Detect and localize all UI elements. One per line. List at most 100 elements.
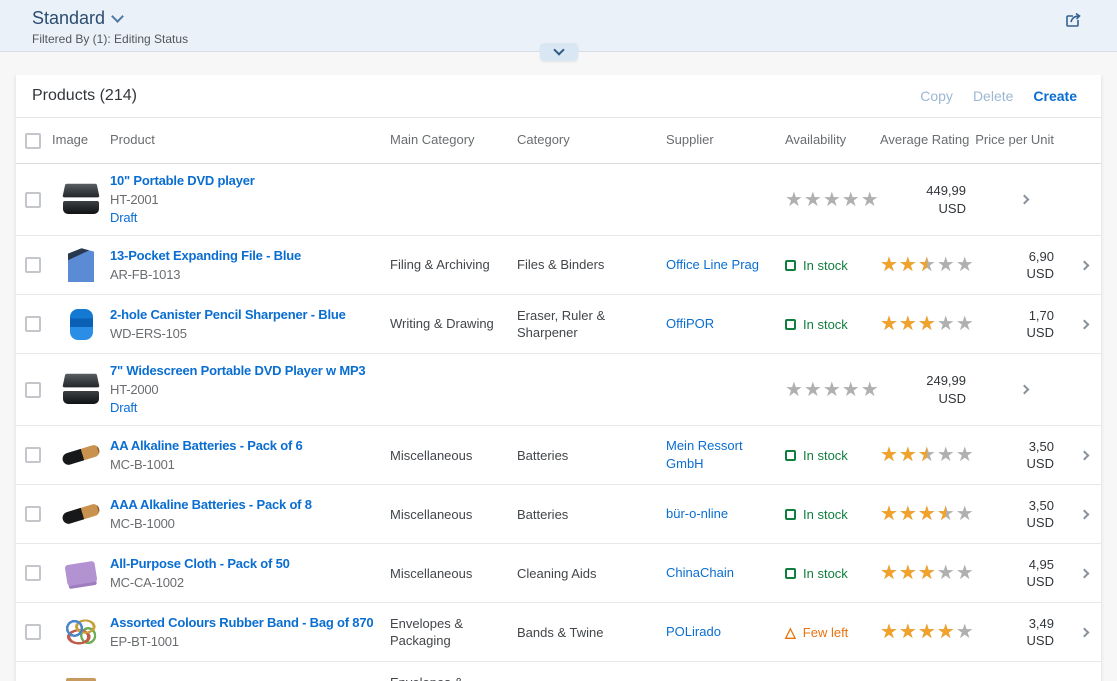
table-row[interactable]: AA Alkaline Batteries - Pack of 6 MC-B-1…	[16, 426, 1101, 485]
chevron-right-icon[interactable]	[1080, 568, 1090, 578]
star-rating: ★★★★★ ★★★★★	[880, 622, 975, 642]
product-name-link[interactable]: AAA Alkaline Batteries - Pack of 8	[110, 496, 378, 515]
product-status-link[interactable]: Draft	[110, 399, 137, 417]
chevron-down-icon	[553, 44, 564, 55]
delete-button[interactable]: Delete	[963, 82, 1023, 110]
products-panel: Products (214) Copy Delete Create Image …	[16, 75, 1101, 681]
product-id: AR-FB-1013	[110, 266, 378, 284]
main-category-cell: Envelopes & Packaging	[390, 674, 517, 681]
row-checkbox[interactable]	[25, 257, 41, 273]
main-category-cell: Envelopes & Packaging	[390, 615, 517, 650]
price-currency: USD	[1027, 632, 1054, 650]
product-name-link[interactable]: 10" Portable DVD player	[110, 172, 378, 191]
product-name-link[interactable]: Assorted Colours Rubber Band - Bag of 87…	[110, 614, 378, 633]
availability-icon	[785, 319, 796, 330]
product-image	[60, 179, 102, 221]
star-rating-empty: ★★★★★	[785, 190, 880, 210]
main-category-cell: Miscellaneous	[390, 506, 517, 524]
chevron-right-icon[interactable]	[1019, 195, 1029, 205]
price-amount: 3,49	[1029, 615, 1054, 633]
product-id: MC-B-1000	[110, 515, 378, 533]
product-image	[60, 434, 102, 476]
star-rating: ★★★★★ ★★★★★	[880, 255, 975, 275]
chevron-right-icon[interactable]	[1080, 450, 1090, 460]
row-checkbox[interactable]	[25, 447, 41, 463]
main-category-cell: Filing & Archiving	[390, 256, 517, 274]
product-status-link[interactable]: Draft	[110, 209, 137, 227]
column-header-price: Price per Unit	[980, 132, 1068, 148]
variant-selector[interactable]: Standard	[32, 8, 122, 29]
supplier-link[interactable]: Mein Ressort GmbH	[666, 438, 743, 471]
chevron-right-icon[interactable]	[1080, 627, 1090, 637]
column-header-category: Category	[517, 132, 666, 148]
price-cell: 3,49 USD	[980, 615, 1068, 650]
star-rating: ★★★★★ ★★★★★	[880, 563, 975, 583]
table-title: Products (214)	[32, 87, 910, 105]
availability-label: In stock	[803, 317, 848, 332]
column-header-product: Product	[110, 132, 390, 148]
star-rating: ★★★★★ ★★★★★	[785, 380, 880, 400]
supplier-link[interactable]: POLirado	[666, 624, 721, 639]
price-currency: USD	[1027, 265, 1054, 283]
chevron-right-icon[interactable]	[1080, 319, 1090, 329]
table-row[interactable]: 10" Portable DVD player HT-2001 Draft ★★…	[16, 164, 1101, 236]
availability-label: In stock	[803, 258, 848, 273]
share-button[interactable]	[1065, 10, 1085, 30]
table-row[interactable]: Assorted Colours Rubber Band - Bag of 87…	[16, 603, 1101, 662]
star-rating: ★★★★★ ★★★★★	[880, 314, 975, 334]
star-rating: ★★★★★ ★★★★★	[880, 445, 975, 465]
table-row[interactable]: 7" Widescreen Portable DVD Player w MP3 …	[16, 354, 1101, 426]
star-rating-filled: ★★★★★	[880, 445, 927, 465]
star-rating-filled: ★★★★★	[880, 504, 946, 524]
product-name-link[interactable]: 7" Widescreen Portable DVD Player w MP3	[110, 362, 378, 381]
table-row[interactable]: AAA Alkaline Batteries - Pack of 8 MC-B-…	[16, 485, 1101, 544]
chevron-right-icon[interactable]	[1019, 385, 1029, 395]
main-category-cell: Miscellaneous	[390, 447, 517, 465]
table-row[interactable]: All-Purpose Cloth - Pack of 50 MC-CA-100…	[16, 544, 1101, 603]
price-currency: USD	[1027, 324, 1054, 342]
product-name-link[interactable]: All-Purpose Cloth - Pack of 50	[110, 555, 378, 574]
header-collapse-button[interactable]	[540, 43, 578, 61]
chevron-right-icon[interactable]	[1080, 260, 1090, 270]
product-name-link[interactable]: 13-Pocket Expanding File - Blue	[110, 247, 378, 266]
supplier-link[interactable]: bür-o-nline	[666, 506, 728, 521]
product-image	[60, 369, 102, 411]
availability-label: Few left	[803, 625, 849, 640]
row-checkbox[interactable]	[25, 624, 41, 640]
price-cell: 3,50 USD	[980, 438, 1068, 473]
row-checkbox[interactable]	[25, 565, 41, 581]
product-image	[60, 611, 102, 653]
table-row[interactable]: Black Bottom Paper Carrier - Pack of 250…	[16, 662, 1101, 681]
product-id: EP-BT-1001	[110, 633, 378, 651]
product-id: MC-B-1001	[110, 456, 378, 474]
star-rating-filled: ★★★★★	[880, 563, 937, 583]
variant-title: Standard	[32, 8, 105, 29]
table-row[interactable]: 2-hole Canister Pencil Sharpener - Blue …	[16, 295, 1101, 354]
select-all-checkbox[interactable]	[25, 133, 41, 149]
category-cell: Files & Binders	[517, 256, 666, 274]
price-amount: 1,70	[1029, 307, 1054, 325]
row-checkbox[interactable]	[25, 382, 41, 398]
product-name-link[interactable]: AA Alkaline Batteries - Pack of 6	[110, 437, 378, 456]
supplier-link[interactable]: Office Line Prag	[666, 257, 759, 272]
product-name-link[interactable]: 2-hole Canister Pencil Sharpener - Blue	[110, 306, 378, 325]
create-button[interactable]: Create	[1023, 82, 1087, 110]
supplier-link[interactable]: ChinaChain	[666, 565, 734, 580]
row-checkbox[interactable]	[25, 506, 41, 522]
availability-label: In stock	[803, 507, 848, 522]
price-cell: 249,99 USD	[880, 372, 980, 407]
row-checkbox[interactable]	[25, 316, 41, 332]
product-image	[60, 552, 102, 594]
table-header-row: Image Product Main Category Category Sup…	[16, 117, 1101, 164]
chevron-right-icon[interactable]	[1080, 509, 1090, 519]
category-cell: Batteries	[517, 447, 666, 465]
star-rating: ★★★★★ ★★★★★	[880, 504, 975, 524]
copy-button[interactable]: Copy	[910, 82, 963, 110]
supplier-link[interactable]: OffiPOR	[666, 316, 714, 331]
column-header-average-rating: Average Rating	[880, 132, 980, 148]
row-checkbox[interactable]	[25, 192, 41, 208]
category-cell: Batteries	[517, 506, 666, 524]
table-row[interactable]: 13-Pocket Expanding File - Blue AR-FB-10…	[16, 236, 1101, 295]
star-rating: ★★★★★ ★★★★★	[785, 190, 880, 210]
availability-cell: In stock	[785, 507, 880, 522]
